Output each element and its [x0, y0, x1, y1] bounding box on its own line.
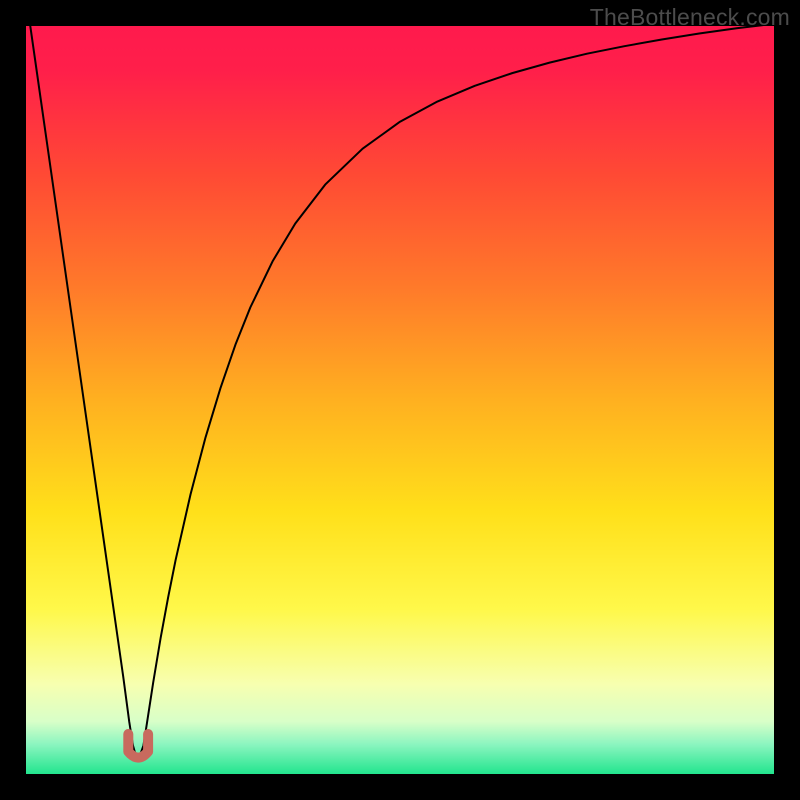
plot-area	[26, 26, 774, 774]
chart-svg	[26, 26, 774, 774]
watermark-text: TheBottleneck.com	[590, 4, 790, 31]
chart-frame: TheBottleneck.com	[0, 0, 800, 800]
gradient-background	[26, 26, 774, 774]
